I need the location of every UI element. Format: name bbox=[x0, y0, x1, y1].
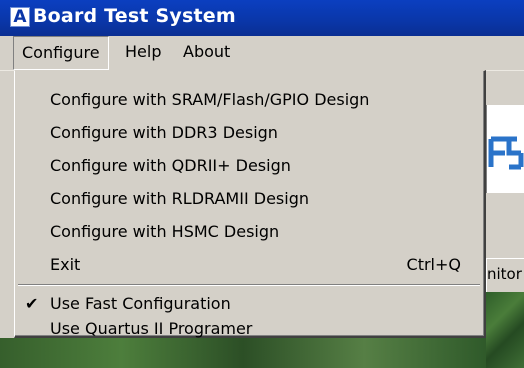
menu-item-rldramii[interactable]: Configure with RLDRAMII Design bbox=[15, 182, 483, 215]
menu-item-use-quartus-programer[interactable]: Use Quartus II Programer bbox=[15, 319, 483, 338]
tab-monitor-partial[interactable]: nitor bbox=[486, 258, 524, 293]
board-logo-area bbox=[486, 105, 524, 193]
board-photo-right bbox=[486, 292, 524, 368]
menu-item-sram-flash-gpio[interactable]: Configure with SRAM/Flash/GPIO Design bbox=[15, 83, 483, 116]
menu-item-label: Configure with HSMC Design bbox=[50, 222, 280, 241]
menu-item-label: Configure with QDRII+ Design bbox=[50, 156, 291, 175]
menu-item-label: Configure with SRAM/Flash/GPIO Design bbox=[50, 90, 370, 109]
menu-item-qdrii-plus[interactable]: Configure with QDRII+ Design bbox=[15, 149, 483, 182]
menu-item-label: Configure with RLDRAMII Design bbox=[50, 189, 309, 208]
exit-shortcut: Ctrl+Q bbox=[406, 255, 461, 274]
menu-separator bbox=[18, 284, 480, 286]
menu-item-label: Configure with DDR3 Design bbox=[50, 123, 278, 142]
menu-bar: Configure Help About bbox=[0, 36, 524, 71]
menu-item-label: Use Quartus II Programer bbox=[50, 319, 253, 338]
menu-about[interactable]: About bbox=[175, 36, 238, 70]
menu-help[interactable]: Help bbox=[117, 36, 169, 70]
tab-monitor-label: nitor bbox=[487, 265, 522, 283]
configure-dropdown: Configure with SRAM/Flash/GPIO Design Co… bbox=[14, 70, 486, 338]
app-logo-icon: A bbox=[10, 7, 30, 27]
left-strip bbox=[0, 71, 14, 368]
board-logo-icon bbox=[488, 136, 524, 170]
menu-item-ddr3[interactable]: Configure with DDR3 Design bbox=[15, 116, 483, 149]
window-title: Board Test System bbox=[33, 5, 236, 27]
menu-configure[interactable]: Configure bbox=[13, 36, 109, 70]
title-bar: A Board Test System bbox=[0, 0, 524, 36]
checkmark-icon: ✔ bbox=[25, 294, 39, 313]
menu-item-hsmc[interactable]: Configure with HSMC Design bbox=[15, 215, 483, 248]
menu-item-exit[interactable]: Exit Ctrl+Q bbox=[15, 248, 483, 281]
menu-item-label: Exit bbox=[50, 255, 81, 274]
